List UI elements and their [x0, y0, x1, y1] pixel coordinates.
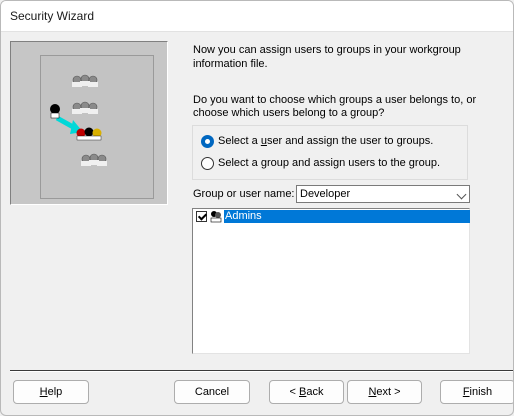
window-title: Security Wizard — [10, 9, 95, 23]
back-button-label: < Back — [289, 386, 324, 398]
radio-select-group-label: Select a group and assign users to the g… — [218, 157, 440, 169]
back-button[interactable]: < Back — [269, 380, 344, 404]
cancel-button[interactable]: Cancel — [174, 380, 250, 404]
cancel-button-label: Cancel — [194, 386, 230, 398]
question-text: Do you want to choose which groups a use… — [193, 94, 477, 119]
finish-button[interactable]: Finish — [440, 380, 513, 404]
wizard-illustration — [10, 41, 168, 205]
title-bar[interactable]: Security Wizard — [1, 1, 513, 32]
radio-select-group[interactable]: Select a group and assign users to the g… — [201, 155, 440, 171]
membership-listbox[interactable]: Admins — [192, 208, 470, 354]
group-or-user-dropdown[interactable]: Developer — [296, 185, 470, 203]
radio-button-checked[interactable] — [201, 134, 214, 148]
help-button[interactable]: Help — [13, 380, 89, 404]
radio-select-user-label: Select a user and assign the user to gro… — [218, 135, 434, 147]
button-separator — [10, 370, 513, 372]
finish-button-label: Finish — [462, 386, 493, 398]
list-item-label: Admins — [224, 210, 470, 223]
checkbox-checked[interactable] — [196, 211, 207, 222]
radio-button-unchecked[interactable] — [201, 156, 214, 170]
help-button-label: Help — [39, 386, 63, 398]
group-icon — [210, 211, 222, 223]
next-button-label: Next > — [368, 386, 401, 398]
list-item[interactable]: Admins — [196, 210, 470, 223]
radio-select-user[interactable]: Select a user and assign the user to gro… — [201, 133, 433, 149]
intro-text: Now you can assign users to groups in yo… — [193, 44, 461, 70]
illustration-panel — [40, 55, 154, 199]
group-or-user-label: Group or user name: — [193, 188, 295, 200]
chevron-down-icon[interactable] — [456, 189, 467, 200]
security-wizard-window: Security Wizard Now you can assign users… — [0, 0, 514, 416]
dropdown-value: Developer — [300, 188, 351, 200]
assignment-mode-group: Select a user and assign the user to gro… — [192, 125, 468, 180]
next-button[interactable]: Next > — [347, 380, 422, 404]
users-groups-graphic — [50, 74, 107, 166]
